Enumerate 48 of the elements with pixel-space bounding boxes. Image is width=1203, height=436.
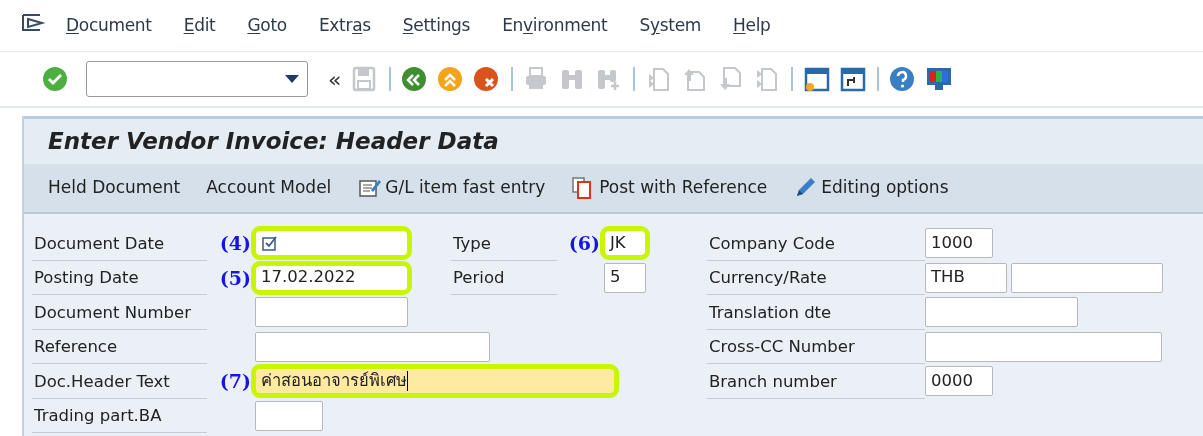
page-title: Enter Vendor Invoice: Header Data [48,127,499,157]
menu-item[interactable]: Environment [502,12,608,39]
toolbar-button[interactable]: Editing options [793,175,949,201]
menu-item[interactable]: Goto [247,12,287,39]
input-field[interactable]: 5 [604,262,646,293]
annotation-label: (7) [219,369,252,394]
command-field[interactable] [86,61,308,97]
input-field[interactable]: ค่าสอนอาจารย์พิเศษ [251,364,619,399]
menu-item[interactable]: Document [66,12,152,39]
toolbar-button[interactable]: Account Model [206,175,332,201]
toolbar-button[interactable]: Post with Reference [571,175,768,201]
input-field[interactable]: 17.02.2022 [251,260,412,295]
menu-item[interactable]: Edit [183,12,216,39]
input-field[interactable] [925,297,1078,328]
field-label: Posting Date [32,260,207,295]
toolbar-button[interactable]: G/L item fast entry [357,175,546,201]
new-window-icon[interactable] [803,66,832,92]
input-field[interactable] [255,400,323,431]
dropdown-icon[interactable] [285,75,299,83]
annotation-label: (5) [219,265,252,291]
text-cursor [407,371,408,392]
check-icon[interactable] [42,66,70,92]
annotation-label: (4) [219,231,252,256]
menu-icon[interactable] [20,11,46,34]
field-label: Period [451,260,557,295]
field-label: Reference [32,329,207,364]
back-button[interactable]: « [322,62,348,96]
shortcut-window-icon[interactable] [839,66,868,92]
input-field[interactable]: 1000 [925,228,993,259]
menu-item[interactable]: Help [733,12,771,39]
input-field[interactable] [255,331,490,362]
input-field[interactable] [925,331,1162,362]
field-label: Type [451,226,557,261]
annotation-label: (6) [568,231,601,256]
menu-item[interactable]: Extras [318,12,371,39]
field-label: Trading part.BA [32,398,207,433]
input-field[interactable]: 0000 [925,366,993,397]
input-field[interactable]: THB [925,262,1007,293]
menu-item[interactable]: Settings [402,12,471,39]
field-label: Document Number [32,295,207,330]
field-label: Document Date [32,226,207,261]
input-field[interactable] [255,297,408,328]
menu-item[interactable]: System [639,12,702,39]
monitor-icon[interactable] [925,66,954,92]
input-field[interactable]: JK [600,226,650,261]
input-field[interactable] [1011,262,1163,293]
toolbar-button[interactable]: Held Document [48,175,181,201]
field-label: Doc.Header Text [32,364,207,399]
